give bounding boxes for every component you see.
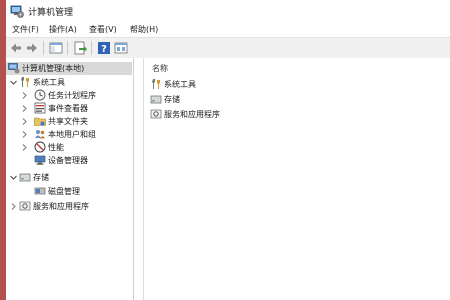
details-pane: 名称 系统工具 存储 服务和应用程序 xyxy=(143,58,450,300)
chevron-right-icon[interactable] xyxy=(20,142,29,153)
export-list-icon[interactable] xyxy=(72,40,88,56)
tree-item-label: 本地用户和组 xyxy=(48,130,96,139)
chevron-right-icon[interactable] xyxy=(20,103,29,114)
toolbar-separator xyxy=(43,41,44,55)
users-icon xyxy=(34,128,46,140)
tree-item-label: 任务计划程序 xyxy=(48,91,96,100)
computer-management-icon xyxy=(8,62,20,74)
toolbar: ? xyxy=(6,37,450,59)
list-item-label: 存储 xyxy=(164,95,180,104)
back-icon[interactable] xyxy=(8,40,24,56)
tree-item-label: 系统工具 xyxy=(33,78,65,87)
tree-item-shared-folders[interactable]: 共享文件夹 xyxy=(6,115,132,128)
tree-item-label: 计算机管理(本地) xyxy=(22,64,85,73)
disk-management-icon xyxy=(34,185,46,197)
list-item-label: 服务和应用程序 xyxy=(164,110,220,119)
title-bar: 计算机管理 xyxy=(6,0,450,22)
tree-item-label: 事件查看器 xyxy=(48,104,88,113)
chevron-right-icon[interactable] xyxy=(20,129,29,140)
tree-item-performance[interactable]: 性能 xyxy=(6,141,132,154)
tree-item-label: 设备管理器 xyxy=(48,156,88,165)
chevron-right-icon[interactable] xyxy=(9,201,18,212)
storage-icon xyxy=(19,171,31,183)
menu-help[interactable]: 帮助(H) xyxy=(130,24,158,35)
performance-icon xyxy=(34,141,46,153)
shared-folder-icon xyxy=(34,115,46,127)
tree-item-label: 磁盘管理 xyxy=(48,187,80,196)
menu-bar: 文件(F) 操作(A) 查看(V) 帮助(H) xyxy=(6,22,450,37)
tree-item-services-apps[interactable]: 服务和应用程序 xyxy=(6,200,132,213)
properties-icon[interactable] xyxy=(113,40,129,56)
help-icon[interactable]: ? xyxy=(96,40,112,56)
forward-icon[interactable] xyxy=(24,40,40,56)
system-tools-icon xyxy=(19,76,31,88)
menu-view[interactable]: 查看(V) xyxy=(89,24,117,35)
navigation-tree: 计算机管理(本地) 系统工具 任务计划程序 事件查看器 共享文件夹 本地用户和组… xyxy=(6,58,134,300)
name-column-header[interactable]: 名称 xyxy=(152,63,168,74)
toolbar-separator xyxy=(91,41,92,55)
svg-text:?: ? xyxy=(101,44,107,55)
tree-item-task-scheduler[interactable]: 任务计划程序 xyxy=(6,89,132,102)
menu-action[interactable]: 操作(A) xyxy=(49,24,77,35)
list-item-label: 系统工具 xyxy=(164,80,196,89)
chevron-right-icon[interactable] xyxy=(20,90,29,101)
tree-item-disk-management[interactable]: 磁盘管理 xyxy=(6,185,132,198)
services-icon xyxy=(19,200,31,212)
chevron-right-icon[interactable] xyxy=(20,116,29,127)
tree-item-storage[interactable]: 存储 xyxy=(6,171,132,184)
event-viewer-icon xyxy=(34,102,46,114)
toolbar-separator xyxy=(67,41,68,55)
window-title: 计算机管理 xyxy=(28,8,74,18)
clock-icon xyxy=(34,89,46,101)
tree-item-label: 性能 xyxy=(48,143,64,152)
tree-item-local-users[interactable]: 本地用户和组 xyxy=(6,128,132,141)
menu-file[interactable]: 文件(F) xyxy=(12,24,39,35)
tree-item-event-viewer[interactable]: 事件查看器 xyxy=(6,102,132,115)
tree-item-label: 共享文件夹 xyxy=(48,117,88,126)
services-icon xyxy=(150,108,162,120)
chevron-down-icon[interactable] xyxy=(9,172,18,183)
device-manager-icon xyxy=(34,154,46,166)
tree-item-label: 存储 xyxy=(33,173,49,182)
show-hide-tree-icon[interactable] xyxy=(48,40,64,56)
storage-icon xyxy=(150,93,162,105)
chevron-down-icon[interactable] xyxy=(9,77,18,88)
computer-management-window: 计算机管理 文件(F) 操作(A) 查看(V) 帮助(H) ? 计算机管理(本地… xyxy=(6,0,450,300)
tree-item-device-manager[interactable]: 设备管理器 xyxy=(6,154,132,167)
computer-management-icon xyxy=(10,4,24,18)
system-tools-icon xyxy=(150,78,162,90)
tree-item-computer-management[interactable]: 计算机管理(本地) xyxy=(6,62,132,75)
tree-item-system-tools[interactable]: 系统工具 xyxy=(6,76,132,89)
pane-splitter[interactable] xyxy=(134,58,143,300)
tree-item-label: 服务和应用程序 xyxy=(33,202,89,211)
